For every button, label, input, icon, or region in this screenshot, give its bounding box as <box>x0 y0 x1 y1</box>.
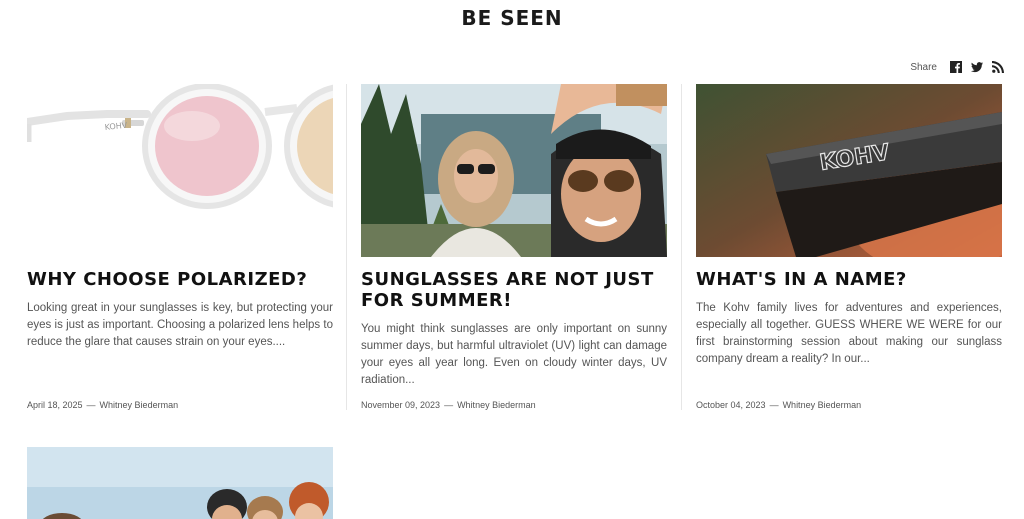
article-image-group-beach[interactable] <box>27 447 333 519</box>
article-date: October 04, 2023 <box>696 400 766 410</box>
article-card: SUNGLASSES ARE NOT JUST FOR SUMMER! You … <box>361 84 667 414</box>
column-divider <box>346 84 347 410</box>
article-date: April 18, 2025 <box>27 400 83 410</box>
article-excerpt: Looking great in your sunglasses is key,… <box>27 302 333 348</box>
article-excerpt: You might think sunglasses are only impo… <box>361 323 667 386</box>
article-meta: April 18, 2025— Whitney Biederman <box>27 400 178 410</box>
article-title[interactable]: WHAT'S IN A NAME? <box>696 269 1002 290</box>
article-card: KOHV WHAT'S IN A NAME? The Kohv family l… <box>696 84 1002 414</box>
meta-separator: — <box>86 400 96 410</box>
share-bar: Share <box>910 61 1004 73</box>
twitter-icon[interactable] <box>971 61 983 73</box>
facebook-icon[interactable] <box>950 61 962 73</box>
article-card: KOHV WHY CHOOSE POLARIZED? Looking great… <box>27 84 333 414</box>
article-title[interactable]: SUNGLASSES ARE NOT JUST FOR SUMMER! <box>361 269 667 311</box>
article-author[interactable]: Whitney Biederman <box>457 400 536 410</box>
article-image-sunglasses[interactable]: KOHV <box>27 84 333 257</box>
article-meta: November 09, 2023— Whitney Biederman <box>361 400 536 410</box>
article-excerpt: The Kohv family lives for adventures and… <box>696 302 1002 365</box>
meta-separator: — <box>769 400 779 410</box>
article-image-kohv-closeup[interactable]: KOHV <box>696 84 1002 257</box>
rss-icon[interactable] <box>992 61 1004 73</box>
article-meta: October 04, 2023— Whitney Biederman <box>696 400 861 410</box>
article-title[interactable]: WHY CHOOSE POLARIZED? <box>27 269 333 290</box>
article-author[interactable]: Whitney Biederman <box>100 400 179 410</box>
article-image-family[interactable] <box>361 84 667 257</box>
column-divider <box>681 84 682 410</box>
article-date: November 09, 2023 <box>361 400 441 410</box>
page-title: BE SEEN <box>461 6 563 30</box>
share-label: Share <box>910 61 937 73</box>
article-author[interactable]: Whitney Biederman <box>783 400 862 410</box>
meta-separator: — <box>444 400 454 410</box>
